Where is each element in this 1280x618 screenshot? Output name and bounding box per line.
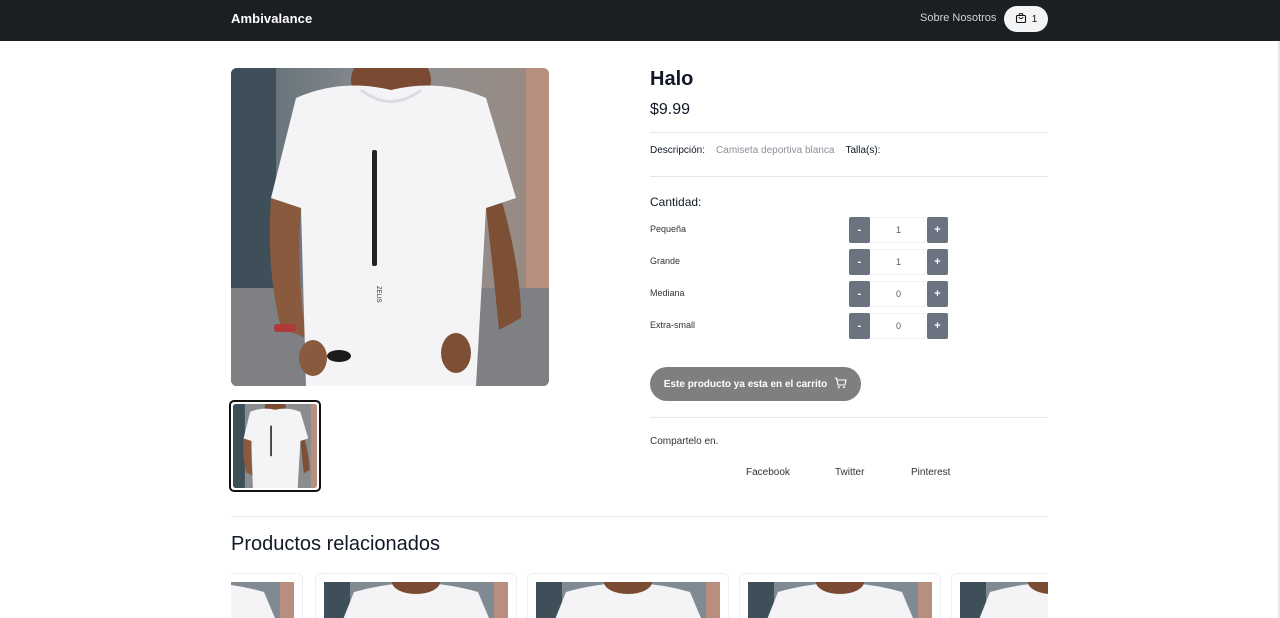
about-link[interactable]: Sobre Nosotros [920,12,996,24]
sizes-label: Talla(s): [845,145,881,156]
related-product-card[interactable] [527,573,729,618]
decrement-button[interactable]: - [849,281,870,307]
description-value: Camiseta deportiva blanca [716,145,835,156]
size-name: Grande [650,256,681,266]
quantity-row-large: Grande - 1 + [650,249,950,275]
quantity-input[interactable]: 1 [870,217,927,243]
increment-button[interactable]: + [927,313,948,339]
cart-icon [834,376,847,392]
quantity-stepper: - 1 + [849,217,949,243]
product-thumbnail[interactable] [229,400,321,492]
quantity-row-small: Pequeña - 1 + [650,217,950,243]
related-product-card[interactable] [739,573,941,618]
product-main-image: ZELIS [231,68,549,386]
description-row: Descripción: Camiseta deportiva blanca T… [650,145,880,156]
cart-count: 1 [1031,13,1038,25]
increment-button[interactable]: + [927,217,948,243]
divider [650,176,1048,177]
brand-logo[interactable]: Ambivalance [231,11,312,26]
related-product-image [960,582,1048,618]
shopping-bag-icon [1015,12,1027,27]
product-title: Halo [650,68,694,90]
quantity-row-medium: Mediana - 0 + [650,281,950,307]
cart-button[interactable]: 1 [1004,6,1048,32]
size-name: Pequeña [650,224,687,234]
decrement-button[interactable]: - [849,313,870,339]
quantity-stepper: - 1 + [849,249,949,275]
top-navbar: Ambivalance Sobre Nosotros 1 [0,0,1280,41]
quantity-stepper: - 0 + [849,313,949,339]
quantity-input[interactable]: 0 [870,281,927,307]
divider [231,516,1048,517]
share-twitter-link[interactable]: Twitter [835,467,864,478]
related-product-image [748,582,932,618]
product-price: $9.99 [650,101,691,118]
quantity-input[interactable]: 1 [870,249,927,275]
related-product-card[interactable] [231,573,303,618]
in-cart-button-label: Este producto ya esta en el carrito [663,378,828,390]
related-product-image [324,582,508,618]
quantity-input[interactable]: 0 [870,313,927,339]
quantity-row-xsmall: Extra-small - 0 + [650,313,950,339]
divider [650,417,1048,418]
related-product-card[interactable] [951,573,1048,618]
related-product-image [536,582,720,618]
description-label: Descripción: [650,145,706,156]
related-product-card[interactable] [315,573,517,618]
size-name: Extra-small [650,320,696,330]
related-products-carousel[interactable] [231,573,1048,618]
in-cart-button[interactable]: Este producto ya esta en el carrito [650,367,861,401]
increment-button[interactable]: + [927,281,948,307]
quantity-stepper: - 0 + [849,281,949,307]
size-name: Mediana [650,288,685,298]
divider [650,132,1048,133]
quantity-title: Cantidad: [650,195,702,209]
share-facebook-link[interactable]: Facebook [746,467,790,478]
increment-button[interactable]: + [927,249,948,275]
decrement-button[interactable]: - [849,217,870,243]
share-pinterest-link[interactable]: Pinterest [911,467,950,478]
related-product-image [231,582,294,618]
shirt-print-text: ZELIS [375,286,381,303]
decrement-button[interactable]: - [849,249,870,275]
related-products-title: Productos relacionados [231,533,441,555]
share-label: Compartelo en. [650,436,719,447]
